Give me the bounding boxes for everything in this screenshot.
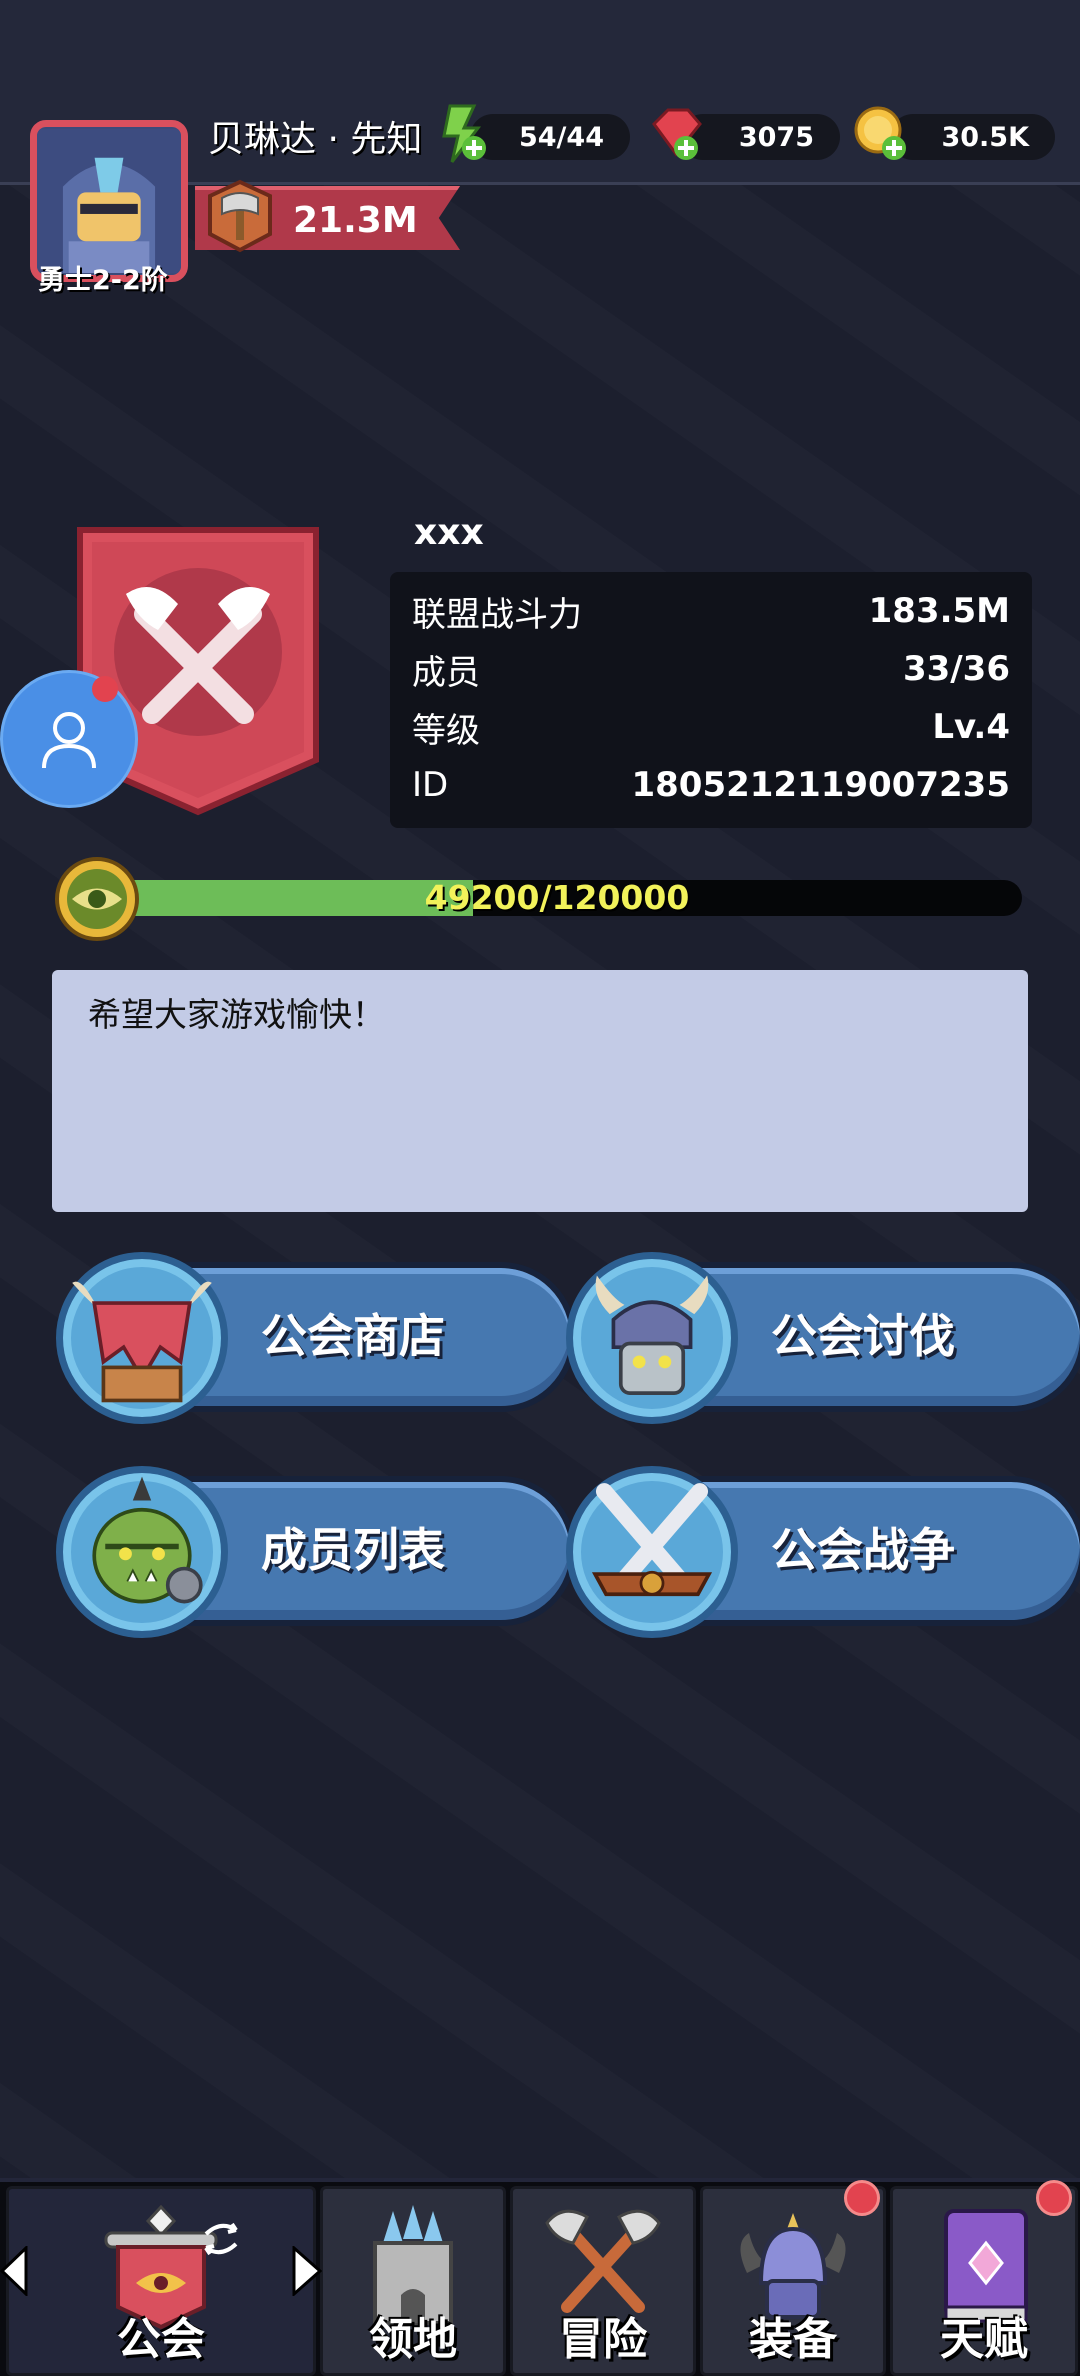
stat-row-members: 成员 33/36 (412, 640, 1010, 698)
member-list-button[interactable]: 成员列表 (56, 1466, 576, 1638)
tab-territory[interactable]: 领地 (320, 2186, 506, 2376)
guild-war-button[interactable]: 公会战争 (566, 1466, 1080, 1638)
announcement-text: 希望大家游戏愉快！ (88, 995, 385, 1034)
stat-label: ID (412, 765, 449, 805)
guild-level-eye-icon (55, 857, 139, 941)
button-icon-frame (56, 1252, 228, 1424)
guild-shop-label: 公会商店 (261, 1309, 445, 1363)
equipment-notification-dot (844, 2180, 880, 2216)
tab-equipment-label: 装备 (749, 2314, 837, 2365)
tab-adventure-label: 冒险 (559, 2314, 647, 2365)
stat-row-power: 联盟战斗力 183.5M (412, 582, 1010, 640)
guild-raid-button[interactable]: 公会讨伐 (566, 1252, 1080, 1424)
guild-name: xxx (414, 512, 484, 553)
button-icon-frame (56, 1466, 228, 1638)
guild-announcement[interactable]: 希望大家游戏愉快！ (52, 970, 1028, 1212)
player-name: 贝琳达 · 先知 (208, 119, 423, 160)
gem-add-icon[interactable] (644, 102, 708, 166)
stat-label: 等级 (412, 710, 480, 751)
stat-label: 联盟战斗力 (412, 594, 582, 635)
stat-value: 183.5M (868, 591, 1010, 631)
viking-skeleton-icon (595, 1275, 709, 1395)
scroll-left-arrow-icon[interactable] (0, 2246, 28, 2296)
switch-arrows-icon[interactable] (198, 2216, 244, 2262)
notification-dot (92, 676, 118, 702)
gold-add-icon[interactable] (850, 102, 914, 166)
button-icon-frame (566, 1466, 738, 1638)
stat-label: 成员 (412, 652, 480, 693)
energy-value: 54/44 (518, 121, 604, 153)
stat-value: Lv.4 (932, 707, 1010, 747)
knight-portrait-icon (37, 129, 181, 273)
axe-badge-icon (208, 179, 272, 253)
tab-talent-label: 天赋 (940, 2314, 1028, 2365)
power-value: 21.3M (293, 199, 418, 241)
stat-row-level: 等级 Lv.4 (412, 698, 1010, 756)
tab-guild-label: 公会 (117, 2314, 205, 2365)
gold-value: 30.5K (941, 121, 1029, 153)
guild-war-label: 公会战争 (771, 1523, 955, 1577)
shop-stall-icon (72, 1281, 212, 1403)
player-rank: 勇士2-2阶 (38, 265, 168, 296)
gem-value: 3075 (738, 121, 814, 153)
scroll-right-arrow-icon[interactable] (290, 2246, 322, 2296)
crossed-swords-icon (591, 1483, 713, 1597)
energy-counter: 54/44 (470, 114, 630, 160)
user-icon (42, 712, 96, 769)
stat-value: 33/36 (902, 649, 1010, 689)
tab-guild[interactable]: 公会 (6, 2186, 316, 2376)
talent-notification-dot (1036, 2180, 1072, 2216)
gold-counter: 30.5K (890, 114, 1055, 160)
orc-warrior-icon (92, 1476, 203, 1604)
guild-shop-button[interactable]: 公会商店 (56, 1252, 576, 1424)
energy-add-icon[interactable] (430, 102, 494, 166)
tab-territory-label: 领地 (369, 2314, 457, 2365)
xp-text: 49200/120000 (424, 878, 690, 917)
guild-stats-panel: 联盟战斗力 183.5M 成员 33/36 等级 Lv.4 ID 1805212… (390, 572, 1032, 828)
stat-row-id: ID 1805212119007235 (412, 756, 1010, 814)
guild-raid-label: 公会讨伐 (771, 1309, 955, 1363)
button-icon-frame (566, 1252, 738, 1424)
tab-adventure[interactable]: 冒险 (510, 2186, 696, 2376)
member-list-label: 成员列表 (261, 1523, 445, 1577)
stat-value: 1805212119007235 (631, 765, 1010, 805)
